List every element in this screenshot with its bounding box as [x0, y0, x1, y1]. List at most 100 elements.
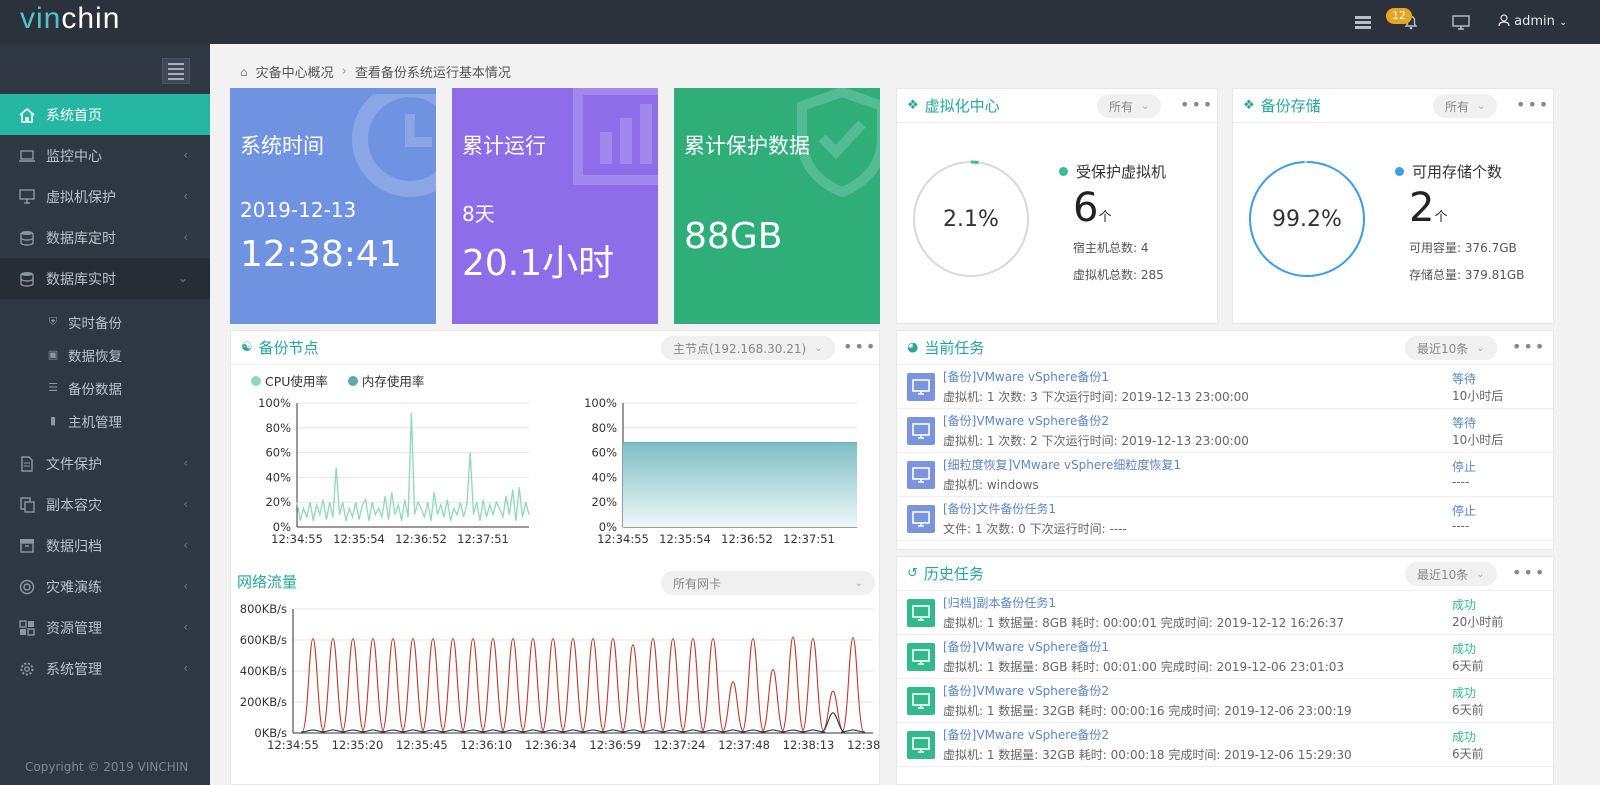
breadcrumb-home[interactable]: 灾备中心概况	[256, 62, 334, 81]
x-tick-label: 12:35:20	[332, 738, 384, 752]
vm-legend: 受保护虚拟机	[1059, 161, 1166, 182]
monitor-icon[interactable]	[1446, 0, 1476, 44]
task-status: 等待	[1452, 416, 1477, 430]
panel-title: 虚拟化中心	[924, 97, 1000, 115]
main-content: ⌂ 灾备中心概况 › 查看备份系统运行基本情况 系统时间 2019-12-13 …	[210, 44, 1600, 785]
home-icon: ⌂	[240, 64, 248, 79]
task-status: 停止	[1452, 504, 1477, 518]
task-name[interactable]: [备份]VMware vSphere备份2	[943, 412, 1249, 429]
filter-dropdown[interactable]: 最近10条 ⌄	[1405, 336, 1497, 360]
filter-dropdown[interactable]: 所有 ⌄	[1433, 94, 1498, 118]
task-row[interactable]: [归档]副本备份任务1 虚拟机: 1 数据量: 8GB 耗时: 00:00:01 …	[897, 591, 1553, 635]
task-name[interactable]: [备份]VMware vSphere备份2	[943, 726, 1352, 743]
database-icon: ▣	[47, 348, 59, 361]
task-row[interactable]: [备份]VMware vSphere备份2 虚拟机: 1 数据量: 32GB 耗时…	[897, 679, 1553, 723]
laptop-icon	[18, 147, 36, 165]
more-options-button[interactable]: •••	[843, 337, 877, 356]
sidebar-toggle-button[interactable]	[162, 58, 190, 84]
legend-cpu[interactable]: CPU使用率	[251, 371, 328, 390]
more-options-button[interactable]: •••	[1180, 95, 1214, 114]
sidebar-item-label: 资源管理	[46, 620, 102, 637]
task-status: 停止	[1452, 460, 1477, 474]
filter-dropdown[interactable]: 所有 ⌄	[1097, 94, 1162, 118]
task-description: 虚拟机: 1 数据量: 32GB 耗时: 00:00:18 完成时间: 2019…	[943, 748, 1352, 762]
panel-title: 备份节点	[258, 339, 319, 357]
sidebar-item-home[interactable]: 系统首页	[0, 94, 220, 135]
sidebar-item-system-management[interactable]: 系统管理 ‹	[0, 648, 210, 689]
sidebar-item-label: 副本容灾	[46, 497, 102, 514]
sidebar-item-dr-drill[interactable]: 灾难演练 ‹	[0, 566, 210, 607]
sidebar-item-label: 系统管理	[46, 661, 102, 678]
sidebar-item-replica-dr[interactable]: 副本容灾 ‹	[0, 484, 210, 525]
task-name[interactable]: [备份]VMware vSphere备份1	[943, 368, 1249, 385]
user-menu[interactable]: admin ⌄	[1498, 14, 1567, 29]
sidebar-item-label: 灾难演练	[46, 579, 102, 596]
protected-data-tile: 累计保护数据 88GB	[674, 88, 880, 324]
network-card-dropdown[interactable]: 所有网卡 ⌄	[661, 571, 875, 595]
more-options-button[interactable]: •••	[1512, 563, 1546, 582]
available-capacity: 可用容量: 376.7GB	[1409, 241, 1517, 255]
x-tick-label: 12:36:52	[395, 532, 447, 546]
task-time: ----	[1452, 475, 1470, 489]
breadcrumb-current: 查看备份系统运行基本情况	[354, 66, 511, 81]
more-options-button[interactable]: •••	[1512, 337, 1546, 356]
task-name[interactable]: [备份]文件备份任务1	[943, 500, 1127, 517]
clock-icon	[352, 94, 436, 197]
vinchin-logo[interactable]: vinchin	[20, 2, 120, 36]
y-tick-label: 400KB/s	[240, 664, 287, 678]
x-tick-label: 12:36:59	[589, 738, 641, 752]
sidebar-subitem-host-management[interactable]: ▮ 主机管理	[0, 404, 210, 437]
task-row[interactable]: [备份]VMware vSphere备份1 虚拟机: 1 次数: 3 下次运行时间…	[897, 365, 1553, 409]
storage-legend: 可用存储个数	[1395, 161, 1502, 182]
tile-date: 2019-12-13	[240, 198, 357, 222]
task-name[interactable]: [备份]VMware vSphere备份1	[943, 638, 1344, 655]
x-tick-label: 12:37:48	[718, 738, 770, 752]
task-type-icon	[907, 730, 935, 759]
sidebar-submenu: ⛨ 实时备份 ▣ 数据恢复 ☰ 备份数据 ▮ 主机管理	[0, 299, 210, 443]
task-name[interactable]: [归档]副本备份任务1	[943, 594, 1344, 611]
task-name[interactable]: [细粒度恢复]VMware vSphere细粒度恢复1	[943, 456, 1181, 473]
task-status: 成功	[1452, 642, 1477, 656]
notification-badge[interactable]: 12	[1386, 8, 1412, 24]
x-tick-label: 12:36:10	[461, 738, 513, 752]
server-list-icon[interactable]	[1348, 0, 1378, 44]
task-row[interactable]: [备份]文件备份任务1 文件: 1 次数: 0 下次运行时间: ---- 停止 ---…	[897, 497, 1553, 541]
sidebar-subitem-data-restore[interactable]: ▣ 数据恢复	[0, 338, 210, 371]
sidebar-item-db-realtime[interactable]: 数据库实时 ⌄	[0, 258, 210, 299]
sidebar-item-vm-protection[interactable]: 虚拟机保护 ‹	[0, 176, 210, 217]
y-tick-label: 20%	[265, 495, 291, 509]
task-time: 6天前	[1452, 747, 1484, 761]
filter-dropdown[interactable]: 最近10条 ⌄	[1405, 562, 1497, 586]
breadcrumb-separator: ›	[341, 64, 347, 79]
task-row[interactable]: [备份]VMware vSphere备份1 虚拟机: 1 数据量: 8GB 耗时:…	[897, 635, 1553, 679]
task-status: 成功	[1452, 686, 1477, 700]
sidebar-item-file-protection[interactable]: 文件保护 ‹	[0, 443, 210, 484]
task-row[interactable]: [备份]VMware vSphere备份2 虚拟机: 1 数据量: 32GB 耗时…	[897, 723, 1553, 767]
sidebar-subitem-backup-data[interactable]: ☰ 备份数据	[0, 371, 210, 404]
task-description: 虚拟机: 1 数据量: 8GB 耗时: 00:01:00 完成时间: 2019-…	[943, 660, 1345, 674]
task-row[interactable]: [细粒度恢复]VMware vSphere细粒度恢复1 虚拟机: windows 停…	[897, 453, 1553, 497]
memory-usage-chart: 0%20%40%60%80%100%12:34:55 12:35:54 12:36:…	[584, 396, 857, 546]
x-tick-label: 12:34:55	[267, 738, 319, 752]
sidebar-item-data-archive[interactable]: 数据归档 ‹	[0, 525, 210, 566]
chevron-down-icon: ⌄	[177, 271, 188, 285]
network-title: 网络流量	[237, 573, 298, 591]
x-tick-label: 12:38:13	[783, 738, 835, 752]
sidebar-item-resource-management[interactable]: 资源管理 ‹	[0, 607, 210, 648]
panel-header: ☯ 备份节点 主节点(192.168.30.21) ⌄ •••	[231, 331, 879, 365]
node-dropdown[interactable]: 主节点(192.168.30.21) ⌄	[661, 336, 835, 360]
y-tick-label: 600KB/s	[240, 633, 287, 647]
chevron-left-icon: ‹	[183, 497, 188, 511]
more-options-button[interactable]: •••	[1516, 95, 1550, 114]
task-description: 虚拟机: 1 数据量: 32GB 耗时: 00:00:16 完成时间: 2019…	[943, 704, 1352, 718]
sidebar-subitem-realtime-backup[interactable]: ⛨ 实时备份	[0, 305, 210, 338]
sidebar-subitem-label: 实时备份	[68, 315, 122, 332]
sidebar-subitem-label: 数据恢复	[68, 348, 122, 365]
sidebar-item-db-scheduled[interactable]: 数据库定时 ‹	[0, 217, 210, 258]
task-type-icon	[907, 642, 935, 671]
storage-percent: 99.2%	[1272, 207, 1342, 232]
sidebar-item-monitor[interactable]: 监控中心 ‹	[0, 135, 210, 176]
legend-memory[interactable]: 内存使用率	[347, 371, 424, 390]
task-row[interactable]: [备份]VMware vSphere备份2 虚拟机: 1 次数: 2 下次运行时间…	[897, 409, 1553, 453]
task-name[interactable]: [备份]VMware vSphere备份2	[943, 682, 1352, 699]
